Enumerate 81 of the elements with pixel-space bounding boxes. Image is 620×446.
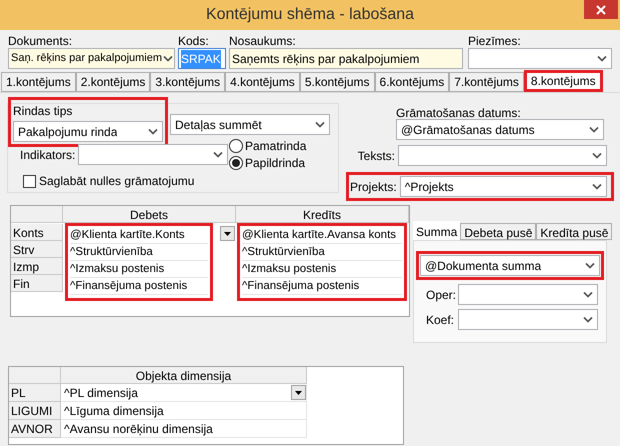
triangle-down-icon <box>295 390 302 394</box>
tab[interactable]: 1.kontējums <box>1 72 76 92</box>
tab[interactable]: 4.kontējums <box>225 72 300 92</box>
field-label: Grāmatošanas datums: <box>396 105 522 119</box>
table-cell[interactable]: @Klienta kartīte.Konts <box>70 227 208 244</box>
dropdown-field[interactable]: Pakalpojumu rinda <box>13 121 163 142</box>
chevron-down-icon <box>597 55 607 62</box>
table-cell[interactable]: ^Izmaksu postenis <box>70 261 208 278</box>
dropdown-field[interactable] <box>468 48 612 69</box>
tab[interactable]: 8.kontējums <box>524 70 603 92</box>
row-header: LIGUMI <box>9 402 61 420</box>
row-header: AVNOR <box>9 420 61 438</box>
row-header: Strv <box>11 241 63 258</box>
chevron-down-icon <box>163 55 173 62</box>
table-cell[interactable]: ^PL dimensija <box>61 384 307 402</box>
tab[interactable]: Debeta pusē <box>460 223 536 240</box>
column-header: Objekta dimensija <box>61 367 307 384</box>
header-cell <box>11 206 63 223</box>
radio-label: Papildrinda <box>245 154 306 172</box>
table-cell[interactable]: ^Struktūrvienība <box>70 244 208 261</box>
dropdown-field[interactable] <box>78 144 228 165</box>
tab[interactable]: 5.kontējums <box>300 72 375 92</box>
dropdown-button[interactable] <box>291 385 306 400</box>
chevron-down-icon <box>148 128 158 135</box>
tab[interactable]: 3.kontējums <box>150 72 226 92</box>
checkbox-label: Saglabāt nulles grāmatojumu <box>39 173 194 190</box>
tab[interactable]: Summa <box>413 221 460 240</box>
chevron-down-icon <box>592 183 602 190</box>
table-cell[interactable]: ^Finansējuma postenis <box>242 278 402 295</box>
header-cell <box>9 367 61 384</box>
tab[interactable]: 6.kontējums <box>374 72 450 92</box>
row-header: Izmp <box>11 258 63 275</box>
field-label: Teksts: <box>358 148 395 164</box>
table-cell[interactable]: @Klienta kartīte.Avansa konts <box>242 227 402 244</box>
field-label: Rindas tips <box>13 103 74 120</box>
checkbox[interactable] <box>23 174 36 188</box>
radio-button[interactable] <box>229 138 243 152</box>
field-label: Nosaukums: <box>229 33 297 48</box>
field-label: Piezīmes: <box>468 33 522 48</box>
dropdown-field[interactable] <box>398 145 607 166</box>
window-title: Kontējumu shēma - labošana <box>206 5 414 25</box>
row-header: PL <box>9 384 61 402</box>
tab[interactable]: Kredīta pusē <box>536 223 612 240</box>
chevron-down-icon <box>315 121 325 128</box>
field-label: Kods: <box>178 33 210 48</box>
row-header: Fin <box>11 275 63 292</box>
tab[interactable]: 2.kontējums <box>76 72 150 92</box>
triangle-down-icon <box>224 232 231 236</box>
close-icon <box>596 4 606 14</box>
dropdown-field[interactable] <box>458 309 598 330</box>
dropdown-field[interactable] <box>458 284 598 305</box>
dropdown-button[interactable] <box>220 226 235 241</box>
table-cell[interactable]: ^Finansējuma postenis <box>70 278 208 295</box>
row-header: Konts <box>11 224 63 241</box>
radio-button[interactable] <box>229 156 243 170</box>
field-label: Dokuments: <box>8 33 74 48</box>
close-button[interactable] <box>584 0 618 19</box>
column-header: Kredīts <box>236 206 409 223</box>
field-label: Indikators: <box>20 146 76 164</box>
dropdown-field[interactable]: Detaļas summēt <box>170 114 330 135</box>
table-cell[interactable]: ^Līguma dimensija <box>61 402 307 420</box>
field-label: Oper: <box>426 286 456 304</box>
chevron-down-icon <box>213 151 224 158</box>
chevron-down-icon <box>592 152 602 159</box>
field-label: Koef: <box>426 312 454 328</box>
tab[interactable]: 7.kontējums <box>449 72 524 92</box>
column-header: Debets <box>63 206 236 223</box>
chevron-down-icon <box>583 291 593 298</box>
field-label: Projekts: <box>350 178 397 196</box>
table-cell[interactable]: ^Izmaksu postenis <box>242 261 402 278</box>
chevron-down-icon <box>585 262 595 269</box>
chevron-down-icon <box>589 126 599 133</box>
dropdown-field[interactable]: ^Projekts <box>400 176 607 197</box>
input-field[interactable]: Saņemts rēķins par pakalpojumiem <box>229 48 463 69</box>
dropdown-field[interactable]: @Dokumenta summa <box>420 255 600 276</box>
dropdown-field[interactable]: Saņ. rēķins par pakalpojumiem <box>8 48 175 69</box>
radio-label: Pamatrinda <box>245 138 306 154</box>
table-cell[interactable]: ^Avansu norēķinu dimensija <box>61 420 307 438</box>
table-cell[interactable]: ^Struktūrvienība <box>242 244 402 261</box>
chevron-down-icon <box>583 316 593 323</box>
dropdown-field[interactable]: @Grāmatošanas datums <box>396 119 604 140</box>
